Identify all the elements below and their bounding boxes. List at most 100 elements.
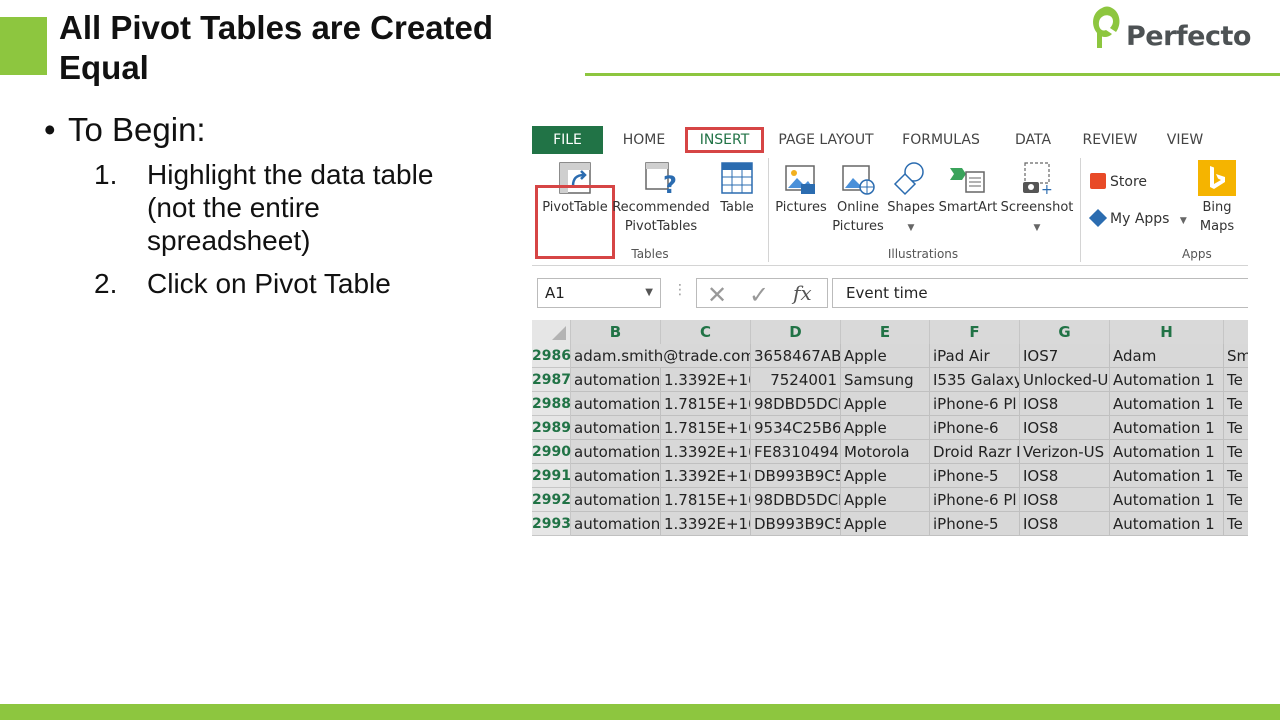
table-cell[interactable]: Te	[1224, 464, 1248, 488]
row-header[interactable]: 2993	[532, 512, 571, 536]
tab-review[interactable]: REVIEW	[1080, 126, 1140, 154]
row-header[interactable]: 2992	[532, 488, 571, 512]
screenshot-button[interactable]: + Screenshot ▼	[1000, 160, 1074, 238]
store-button[interactable]: Store	[1090, 173, 1147, 190]
row-header[interactable]: 2989	[532, 416, 571, 440]
table-cell[interactable]: Verizon-US	[1020, 440, 1110, 464]
table-cell[interactable]: 1.3392E+10	[661, 440, 751, 464]
table-cell[interactable]: Automation 1	[1110, 416, 1224, 440]
column-header-c[interactable]: C	[661, 320, 751, 344]
table-cell[interactable]: Unlocked-U	[1020, 368, 1110, 392]
table-cell[interactable]: FE8310494B	[751, 440, 841, 464]
table-cell[interactable]: IOS8	[1020, 488, 1110, 512]
table-cell[interactable]: automation	[571, 464, 661, 488]
table-cell[interactable]: Te	[1224, 440, 1248, 464]
table-cell[interactable]: Droid Razr M	[930, 440, 1020, 464]
column-header-h[interactable]: H	[1110, 320, 1224, 344]
row-header[interactable]: 2988	[532, 392, 571, 416]
table-cell[interactable]: Apple	[841, 392, 930, 416]
table-cell[interactable]: Apple	[841, 488, 930, 512]
table-cell[interactable]: 1.7815E+10	[661, 392, 751, 416]
table-cell[interactable]: IOS8	[1020, 512, 1110, 536]
chevron-down-icon[interactable]: ▼	[645, 279, 653, 307]
table-cell[interactable]: 1.7815E+10	[661, 416, 751, 440]
table-cell[interactable]: Automation 1	[1110, 464, 1224, 488]
table-cell[interactable]: Te	[1224, 512, 1248, 536]
table-cell[interactable]: Apple	[841, 344, 930, 368]
tab-page-layout[interactable]: PAGE LAYOUT	[774, 126, 878, 154]
table-cell[interactable]: DB993B9C56	[751, 512, 841, 536]
cancel-icon[interactable]: ✕	[707, 281, 727, 309]
table-cell[interactable]: Te	[1224, 392, 1248, 416]
smartart-button[interactable]: SmartArt	[936, 160, 1000, 217]
table-cell[interactable]: IOS8	[1020, 392, 1110, 416]
tab-formulas[interactable]: FORMULAS	[898, 126, 984, 154]
table-cell[interactable]: IOS8	[1020, 464, 1110, 488]
column-header-e[interactable]: E	[841, 320, 930, 344]
table-cell[interactable]: iPhone-5	[930, 464, 1020, 488]
table-cell[interactable]: Automation 1	[1110, 488, 1224, 512]
table-cell[interactable]: Automation 1	[1110, 440, 1224, 464]
name-box[interactable]: A1 ▼	[537, 278, 661, 308]
table-cell[interactable]: automation	[571, 392, 661, 416]
my-apps-button[interactable]: My Apps ▼	[1088, 208, 1187, 228]
table-cell[interactable]: Automation 1	[1110, 368, 1224, 392]
table-cell[interactable]: 98DBD5DCD	[751, 488, 841, 512]
enter-icon[interactable]: ✓	[749, 281, 769, 309]
table-cell[interactable]: iPhone-6	[930, 416, 1020, 440]
table-button[interactable]: Table	[712, 160, 762, 217]
table-cell[interactable]: automation	[571, 512, 661, 536]
table-cell[interactable]: Automation 1	[1110, 512, 1224, 536]
table-cell[interactable]: Adam	[1110, 344, 1224, 368]
table-cell[interactable]: Apple	[841, 416, 930, 440]
table-cell[interactable]: 3658467AB6	[751, 344, 841, 368]
table-cell[interactable]: 7524001	[751, 368, 841, 392]
shapes-button[interactable]: Shapes ▼	[886, 160, 936, 238]
tab-view[interactable]: VIEW	[1162, 126, 1208, 154]
table-cell[interactable]: I535 Galaxy	[930, 368, 1020, 392]
tab-data[interactable]: DATA	[1007, 126, 1059, 154]
column-header-g[interactable]: G	[1020, 320, 1110, 344]
tab-file[interactable]: FILE	[532, 126, 603, 154]
table-cell[interactable]: iPhone-6 Pl	[930, 488, 1020, 512]
table-cell[interactable]: DB993B9C56	[751, 464, 841, 488]
formula-input[interactable]: Event time	[832, 278, 1248, 308]
recommended-pivottables-button[interactable]: ? Recommended PivotTables	[612, 160, 710, 236]
screenshot-dropdown-icon[interactable]: ▼	[1034, 223, 1041, 233]
table-cell[interactable]: IOS7	[1020, 344, 1110, 368]
table-cell[interactable]: automation	[571, 440, 661, 464]
column-header-d[interactable]: D	[751, 320, 841, 344]
row-header[interactable]: 2991	[532, 464, 571, 488]
shapes-dropdown-icon[interactable]: ▼	[908, 223, 915, 233]
table-cell[interactable]: automation	[571, 416, 661, 440]
table-cell[interactable]: 1.7815E+10	[661, 488, 751, 512]
table-cell[interactable]: 98DBD5DCD	[751, 392, 841, 416]
table-cell[interactable]: Automation 1	[1110, 392, 1224, 416]
column-header-f[interactable]: F	[930, 320, 1020, 344]
table-cell[interactable]: Sm	[1224, 344, 1248, 368]
table-cell[interactable]: Te	[1224, 416, 1248, 440]
table-cell[interactable]: Te	[1224, 488, 1248, 512]
insert-function-icon[interactable]: fx	[793, 281, 812, 305]
table-cell[interactable]: Motorola	[841, 440, 930, 464]
table-cell[interactable]: iPhone-6 Pl	[930, 392, 1020, 416]
table-cell[interactable]: 9534C25B6F	[751, 416, 841, 440]
row-header[interactable]: 2986	[532, 344, 571, 368]
table-cell[interactable]: Te	[1224, 368, 1248, 392]
table-cell[interactable]: Apple	[841, 512, 930, 536]
bing-maps-button[interactable]: Bing Maps	[1192, 160, 1242, 236]
table-cell[interactable]: 1.3392E+10	[661, 512, 751, 536]
tab-home[interactable]: HOME	[612, 126, 676, 154]
table-cell[interactable]: Apple	[841, 464, 930, 488]
row-header[interactable]: 2987	[532, 368, 571, 392]
pictures-button[interactable]: Pictures	[772, 160, 830, 217]
my-apps-dropdown-icon[interactable]: ▼	[1180, 216, 1187, 226]
table-cell[interactable]: automation	[571, 488, 661, 512]
select-all-corner[interactable]	[532, 320, 571, 344]
table-cell[interactable]: adam.smith@trade.com	[571, 344, 751, 368]
table-cell[interactable]: iPhone-5	[930, 512, 1020, 536]
table-cell[interactable]: 1.3392E+10	[661, 464, 751, 488]
column-header-next[interactable]	[1224, 320, 1248, 344]
table-cell[interactable]: 1.3392E+10	[661, 368, 751, 392]
table-cell[interactable]: automation	[571, 368, 661, 392]
